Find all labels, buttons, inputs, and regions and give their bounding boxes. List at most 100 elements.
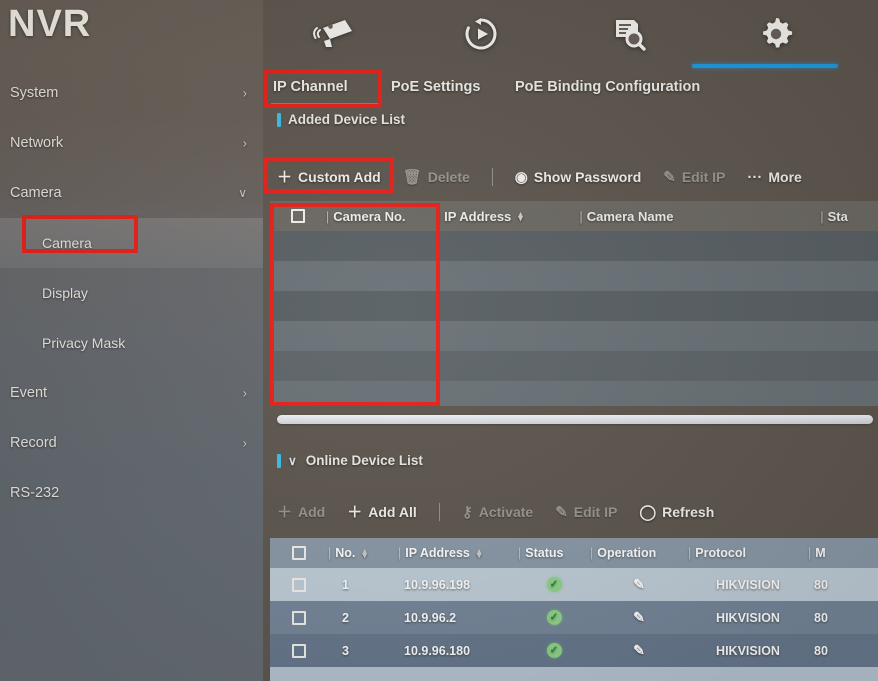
top-icon-bar bbox=[263, 0, 878, 68]
sidebar-item-label: Privacy Mask bbox=[42, 335, 126, 351]
cell-operation[interactable]: ✎ bbox=[590, 642, 688, 659]
chevron-right-icon: › bbox=[242, 135, 247, 151]
cell-management-port: 80 bbox=[814, 643, 828, 658]
add-all-button[interactable]: ＋ Add All bbox=[347, 504, 417, 520]
sidebar-item-label: Network bbox=[10, 135, 64, 151]
delete-button[interactable]: 🗑 Delete bbox=[403, 169, 470, 185]
sidebar-item-event[interactable]: Event › bbox=[0, 368, 263, 418]
horizontal-scrollbar[interactable] bbox=[277, 415, 873, 424]
sidebar-item-display[interactable]: Display bbox=[0, 268, 263, 318]
cell-operation[interactable]: ✎ bbox=[590, 576, 688, 593]
column-header-no[interactable]: | No. ▴ ▾ bbox=[328, 546, 398, 560]
column-header-ip-address[interactable]: | IP Address ▴ ▾ bbox=[437, 209, 580, 224]
online-device-list-title[interactable]: ∨ Online Device List bbox=[277, 453, 423, 468]
sort-indicator-icon[interactable]: ▴ ▾ bbox=[362, 547, 367, 560]
button-label: Edit IP bbox=[681, 169, 726, 185]
tab-bar: IP Channel PoE Settings PoE Binding Conf… bbox=[263, 70, 878, 108]
column-header-ip-address[interactable]: | IP Address ▴ ▾ bbox=[398, 546, 518, 560]
tab-poe-binding-configuration[interactable]: PoE Binding Configuration bbox=[515, 70, 700, 104]
button-label: Delete bbox=[427, 169, 470, 185]
column-divider-icon: | bbox=[579, 208, 583, 224]
row-checkbox[interactable] bbox=[270, 643, 328, 658]
column-label: Operation bbox=[597, 546, 657, 560]
column-header-status[interactable]: | Sta bbox=[820, 209, 878, 224]
checkbox-icon bbox=[292, 610, 306, 625]
key-icon: ⚷ bbox=[461, 503, 473, 521]
added-device-table: | Camera No. | IP Address ▴ ▾ | Camera Na… bbox=[270, 201, 878, 406]
table-row[interactable] bbox=[270, 351, 878, 381]
sidebar-item-label: Event bbox=[10, 385, 48, 401]
sidebar-item-label: Camera bbox=[10, 185, 62, 201]
sidebar-item-network[interactable]: Network › bbox=[0, 118, 263, 168]
pencil-icon[interactable]: ✎ bbox=[633, 642, 645, 659]
cell-no: 3 bbox=[342, 643, 349, 658]
column-header-management-port[interactable]: | M bbox=[808, 546, 868, 560]
added-device-table-body bbox=[270, 231, 878, 406]
brand-text: NVR bbox=[8, 3, 92, 45]
sidebar-item-system[interactable]: System › bbox=[0, 68, 263, 118]
cell-no: 2 bbox=[342, 610, 349, 625]
column-header-camera-no[interactable]: | Camera No. bbox=[326, 209, 437, 224]
status-ok-icon: ✓ bbox=[546, 577, 562, 592]
activate-button[interactable]: ⚷ Activate bbox=[462, 504, 533, 520]
row-checkbox[interactable] bbox=[270, 610, 328, 625]
table-row[interactable] bbox=[270, 321, 878, 351]
tab-ip-channel[interactable]: IP Channel bbox=[273, 70, 348, 104]
column-header-operation[interactable]: | Operation bbox=[590, 546, 688, 560]
custom-add-button[interactable]: ＋ Custom Add bbox=[277, 169, 381, 185]
select-all-checkbox[interactable] bbox=[270, 546, 328, 560]
log-search-icon[interactable] bbox=[596, 6, 660, 62]
table-row[interactable]: 2 10.9.96.2 ✓ ✎ HIKVISION 80 bbox=[270, 601, 878, 634]
column-label: No. bbox=[335, 546, 356, 560]
table-row[interactable]: 3 10.9.96.180 ✓ ✎ HIKVISION 80 bbox=[270, 634, 878, 667]
sort-indicator-icon[interactable]: ▴ ▾ bbox=[477, 547, 482, 560]
column-header-protocol[interactable]: | Protocol bbox=[688, 546, 808, 560]
pencil-icon[interactable]: ✎ bbox=[633, 609, 645, 626]
online-device-toolbar: ＋ Add ＋ Add All ⚷ Activate ✎ Edit IP ◯ R… bbox=[277, 495, 714, 529]
button-label: Refresh bbox=[662, 504, 715, 520]
column-divider-icon: | bbox=[688, 546, 692, 560]
sidebar-item-record[interactable]: Record › bbox=[0, 418, 263, 468]
added-device-table-header: | Camera No. | IP Address ▴ ▾ | Camera Na… bbox=[270, 201, 878, 231]
chevron-right-icon: › bbox=[242, 385, 247, 401]
cell-operation[interactable]: ✎ bbox=[590, 609, 688, 626]
table-row[interactable] bbox=[270, 291, 878, 321]
cell-protocol: HIKVISION bbox=[716, 577, 780, 592]
gear-icon[interactable] bbox=[744, 6, 808, 62]
chevron-down-icon[interactable]: ∨ bbox=[288, 454, 297, 468]
sidebar-item-privacy-mask[interactable]: Privacy Mask bbox=[0, 318, 263, 368]
checkbox-icon bbox=[292, 577, 306, 592]
table-row[interactable] bbox=[270, 261, 878, 291]
row-checkbox[interactable] bbox=[270, 577, 328, 592]
sidebar-item-camera[interactable]: Camera bbox=[0, 218, 263, 268]
button-label: More bbox=[768, 169, 802, 185]
toolbar-divider bbox=[491, 168, 493, 186]
edit-ip-button[interactable]: ✎ Edit IP bbox=[663, 169, 725, 185]
column-header-status[interactable]: | Status bbox=[518, 546, 590, 560]
pencil-icon[interactable]: ✎ bbox=[633, 576, 645, 593]
camera-icon[interactable] bbox=[302, 6, 366, 62]
refresh-button[interactable]: ◯ Refresh bbox=[639, 504, 714, 520]
cell-ip-address: 10.9.96.2 bbox=[404, 610, 457, 625]
edit-ip-button[interactable]: ✎ Edit IP bbox=[555, 504, 617, 520]
sidebar-item-rs232[interactable]: RS-232 bbox=[0, 468, 263, 518]
add-button[interactable]: ＋ Add bbox=[277, 504, 325, 520]
column-divider-icon: | bbox=[590, 546, 594, 560]
more-button[interactable]: ··· More bbox=[747, 169, 801, 185]
button-label: Custom Add bbox=[298, 169, 381, 185]
table-row[interactable]: 1 10.9.96.198 ✓ ✎ HIKVISION 80 bbox=[270, 568, 878, 601]
tab-poe-settings[interactable]: PoE Settings bbox=[391, 70, 480, 104]
added-device-list-title: Added Device List bbox=[277, 112, 405, 127]
sort-indicator-icon[interactable]: ▴ ▾ bbox=[518, 210, 523, 223]
sidebar-item-camera-group[interactable]: Camera ∨ bbox=[0, 168, 263, 218]
select-all-checkbox[interactable] bbox=[270, 209, 326, 223]
show-password-button[interactable]: ◉ Show Password bbox=[515, 169, 641, 185]
chevron-right-icon: › bbox=[242, 85, 247, 101]
online-device-table: | No. ▴ ▾ | IP Address ▴ ▾ | Status | Oper… bbox=[270, 538, 878, 681]
table-row[interactable] bbox=[270, 231, 878, 261]
sidebar-item-label: RS-232 bbox=[10, 485, 60, 501]
playback-icon[interactable] bbox=[449, 6, 513, 62]
column-header-camera-name[interactable]: | Camera Name bbox=[579, 209, 820, 224]
table-row[interactable] bbox=[270, 381, 878, 406]
column-label: Sta bbox=[827, 208, 848, 224]
